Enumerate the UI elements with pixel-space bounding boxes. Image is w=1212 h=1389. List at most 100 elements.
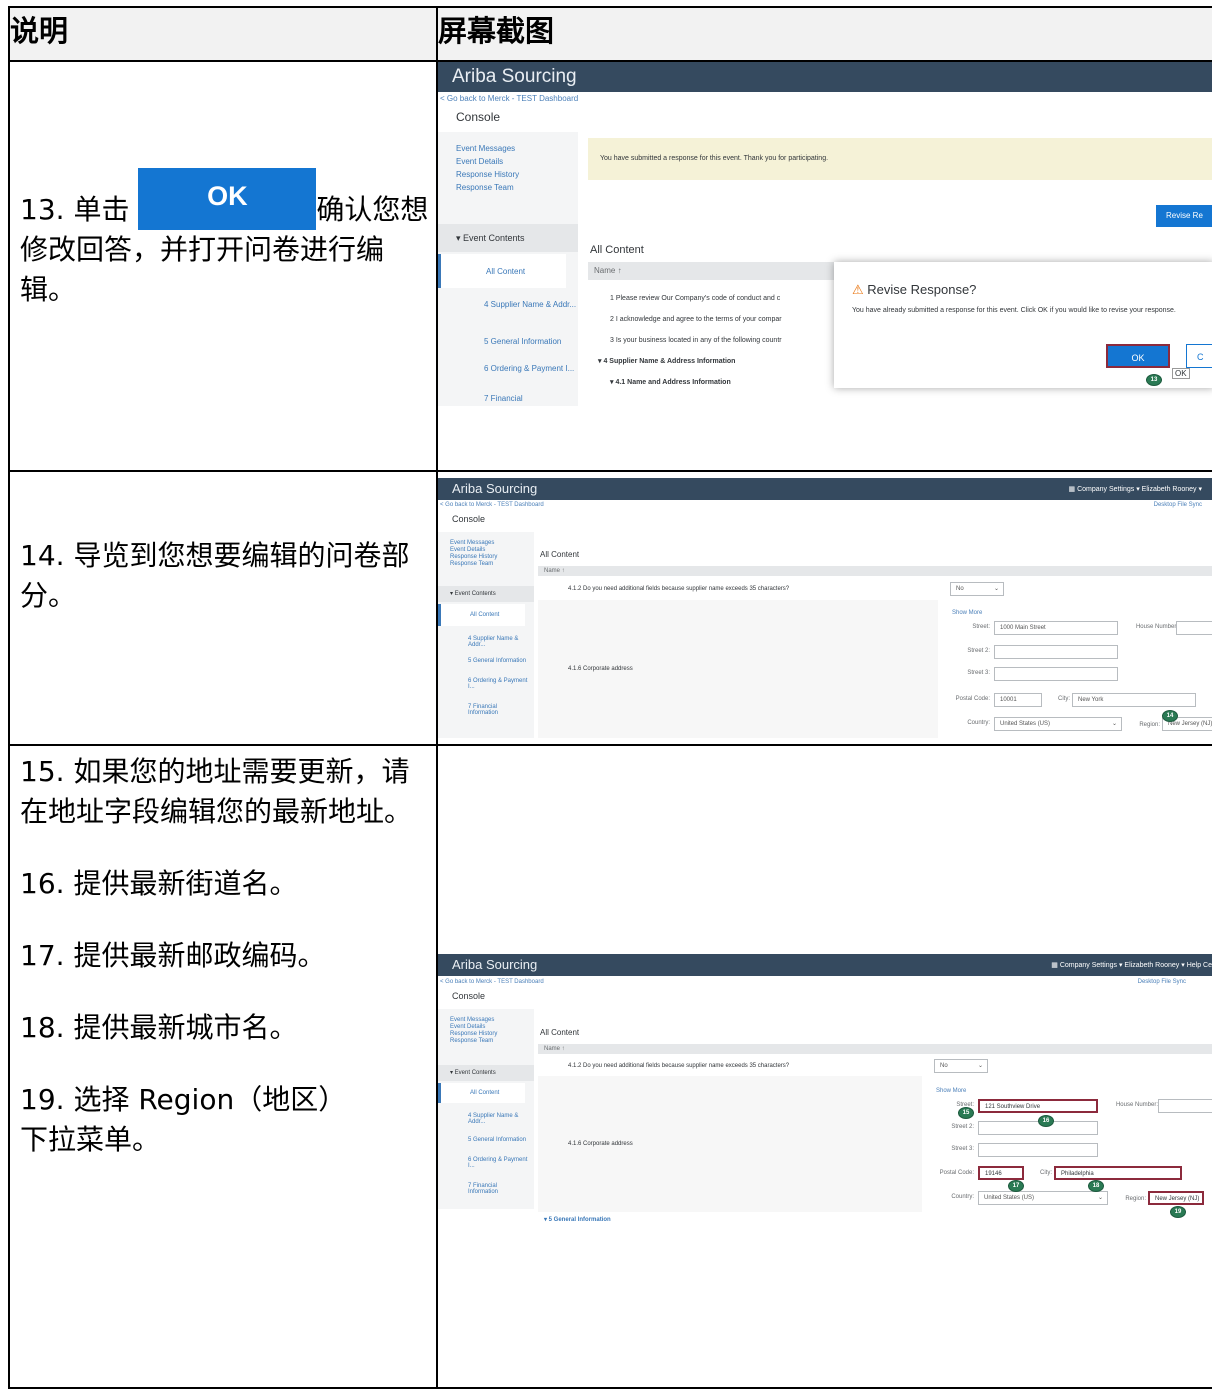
warning-icon: ⚠ <box>852 282 864 297</box>
country-select[interactable]: United States (US) ⌄ <box>978 1191 1108 1205</box>
app-title: Ariba Sourcing <box>452 66 577 87</box>
side-item-supplier[interactable]: 4 Supplier Name & Addr... <box>468 636 528 648</box>
link-response-team[interactable]: Response Team <box>450 561 497 568</box>
sidebar: Event Messages Event Details Response Hi… <box>439 1009 534 1209</box>
side-item-financial[interactable]: 7 Financial Information <box>468 704 528 716</box>
postal-code-input[interactable]: 19146 <box>978 1166 1024 1180</box>
side-item-all-content[interactable]: All Content <box>470 612 499 618</box>
house-number-label: House Number: <box>1135 624 1178 630</box>
side-item-general[interactable]: 5 General Information <box>468 658 526 664</box>
side-item-financial[interactable]: 7 Financial <box>484 394 523 403</box>
all-content-title: All Content <box>590 244 644 256</box>
revise-response-button[interactable]: Revise Re <box>1156 205 1211 227</box>
side-item-all-content[interactable]: All Content <box>470 1090 499 1096</box>
step-number: 13 <box>20 193 56 226</box>
all-content-title: All Content <box>540 1028 580 1037</box>
link-response-history[interactable]: Response History <box>456 168 519 181</box>
link-event-details[interactable]: Event Details <box>450 547 497 554</box>
q412-value: No <box>940 1063 948 1069</box>
q412-select[interactable]: No ⌄ <box>950 582 1004 596</box>
link-event-messages[interactable]: Event Messages <box>450 540 497 547</box>
street2-input[interactable] <box>994 645 1118 659</box>
side-item-general[interactable]: 5 General Information <box>484 337 561 346</box>
instruction-table: 说明 屏幕截图 13. 单击 OK 确认您想修改回答，并打开问卷进行编辑。 Ari… <box>8 6 1212 1389</box>
back-link[interactable]: < Go back to Merck - TEST Dashboard <box>440 502 544 508</box>
dialog-title-wrap: ⚠ Revise Response? <box>852 282 976 298</box>
content-rows: 1 Please review Our Company's code of co… <box>598 288 782 393</box>
apps-icon[interactable]: ▦ <box>1051 962 1058 969</box>
link-response-history[interactable]: Response History <box>450 554 497 561</box>
link-response-history[interactable]: Response History <box>450 1031 497 1038</box>
street-input[interactable]: 1000 Main Street <box>994 621 1118 635</box>
postal-code-input[interactable]: 10001 <box>994 693 1042 707</box>
desktop-file-sync[interactable]: Desktop File Sync <box>1154 502 1202 508</box>
step-row-13: 13. 单击 OK 确认您想修改回答，并打开问卷进行编辑。 Ariba Sourc… <box>8 60 1212 472</box>
steps-15-19-description: 15. 如果您的地址需要更新，请在地址字段编辑您的最新地址。 16. 提供最新街… <box>8 744 438 1389</box>
side-item-ordering[interactable]: 6 Ordering & Payment I... <box>468 1157 530 1169</box>
street3-input[interactable] <box>994 667 1118 681</box>
link-response-team[interactable]: Response Team <box>450 1038 497 1045</box>
dialog-cancel-button[interactable]: C <box>1186 344 1211 368</box>
console-title: Console <box>456 110 501 124</box>
screenshot-revise-dialog: Ariba Sourcing < Go back to Merck - TEST… <box>439 63 1211 406</box>
event-contents-toggle[interactable]: ▾ Event Contents <box>439 1065 534 1081</box>
side-item-financial[interactable]: 7 Financial Information <box>468 1183 528 1195</box>
desktop-file-sync[interactable]: Desktop File Sync <box>1138 979 1186 985</box>
question-416: 4.1.6 Corporate address <box>568 1141 633 1147</box>
top-bar: Ariba Sourcing ▦ Company Settings ▾ Eliz… <box>439 954 1211 976</box>
show-more-link[interactable]: Show More <box>936 1088 966 1094</box>
user-menu[interactable]: ▦ Company Settings ▾ Elizabeth Rooney ▾ … <box>1051 961 1211 969</box>
question-412: 4.1.2 Do you need additional fields beca… <box>568 586 790 592</box>
city-input[interactable]: New York <box>1072 693 1196 707</box>
back-link[interactable]: < Go back to Merck - TEST Dashboard <box>440 979 544 985</box>
apps-icon[interactable]: ▦ <box>1068 486 1075 493</box>
content-row-4: ▾ 4 Supplier Name & Address Information <box>598 358 736 365</box>
submitted-banner: You have submitted a response for this e… <box>588 138 1211 180</box>
content-row-41: ▾ 4.1 Name and Address Information <box>610 379 731 386</box>
step-13-screenshot: Ariba Sourcing < Go back to Merck - TEST… <box>436 60 1212 472</box>
dialog-ok-button[interactable]: OK <box>1106 344 1170 368</box>
side-item-supplier[interactable]: 4 Supplier Name & Addr... <box>468 1113 528 1125</box>
callout-marker-17: 17 <box>1008 1180 1024 1192</box>
back-link[interactable]: < Go back to Merck - TEST Dashboard <box>440 94 578 103</box>
city-input[interactable]: Philadelphia <box>1054 1166 1182 1180</box>
callout-marker-15: 15 <box>958 1107 974 1119</box>
link-event-messages[interactable]: Event Messages <box>456 142 519 155</box>
house-number-input[interactable] <box>1176 621 1211 635</box>
side-item-all-content[interactable]: All Content <box>486 267 525 276</box>
show-more-link[interactable]: Show More <box>952 610 982 616</box>
name-column-header: Name ↑ <box>538 1044 1211 1054</box>
link-response-team[interactable]: Response Team <box>456 181 519 194</box>
step-number: 16 <box>20 867 56 900</box>
region-label: Region: <box>1125 1196 1146 1202</box>
sidebar: Event Messages Event Details Response Hi… <box>439 532 534 738</box>
q412-select[interactable]: No ⌄ <box>934 1059 988 1073</box>
event-contents-toggle[interactable]: ▾ Event Contents <box>439 224 578 252</box>
callout-marker-19: 19 <box>1170 1206 1186 1218</box>
top-bar: Ariba Sourcing <box>439 63 1211 92</box>
event-contents-toggle[interactable]: ▾ Event Contents <box>439 586 534 602</box>
side-item-supplier[interactable]: 4 Supplier Name & Addr... <box>484 300 576 309</box>
link-event-details[interactable]: Event Details <box>456 155 519 168</box>
question-412: 4.1.2 Do you need additional fields beca… <box>568 1063 790 1069</box>
link-event-messages[interactable]: Event Messages <box>450 1017 497 1024</box>
step-text: . 提供最新邮政编码。 <box>55 939 326 972</box>
section-5-header[interactable]: ▾ 5 General Information <box>544 1216 611 1223</box>
country-select[interactable]: United States (US) ⌄ <box>994 717 1122 731</box>
content-row-2: 2 I acknowledge and agree to the terms o… <box>610 316 782 323</box>
street-label: Street: <box>972 624 990 630</box>
screenshot-address-after: Ariba Sourcing ▦ Company Settings ▾ Eliz… <box>439 747 1211 1381</box>
house-number-input[interactable] <box>1158 1099 1211 1113</box>
question-416: 4.1.6 Corporate address <box>568 666 633 672</box>
side-item-general[interactable]: 5 General Information <box>468 1137 526 1143</box>
link-event-details[interactable]: Event Details <box>450 1024 497 1031</box>
region-select[interactable]: New Jersey (NJ) <box>1148 1191 1204 1205</box>
street3-input[interactable] <box>978 1143 1098 1157</box>
side-item-ordering[interactable]: 6 Ordering & Payment I... <box>468 678 530 690</box>
street-input[interactable]: 121 Southview Drive <box>978 1099 1098 1113</box>
step-number: 19 <box>20 1083 56 1116</box>
side-links: Event Messages Event Details Response Hi… <box>450 540 497 568</box>
side-item-ordering[interactable]: 6 Ordering & Payment I... <box>484 364 574 373</box>
step-text: . 选择 Region（地区）下拉菜单。 <box>20 1083 347 1156</box>
user-menu[interactable]: ▦ Company Settings ▾ Elizabeth Rooney ▾ <box>1068 485 1202 493</box>
